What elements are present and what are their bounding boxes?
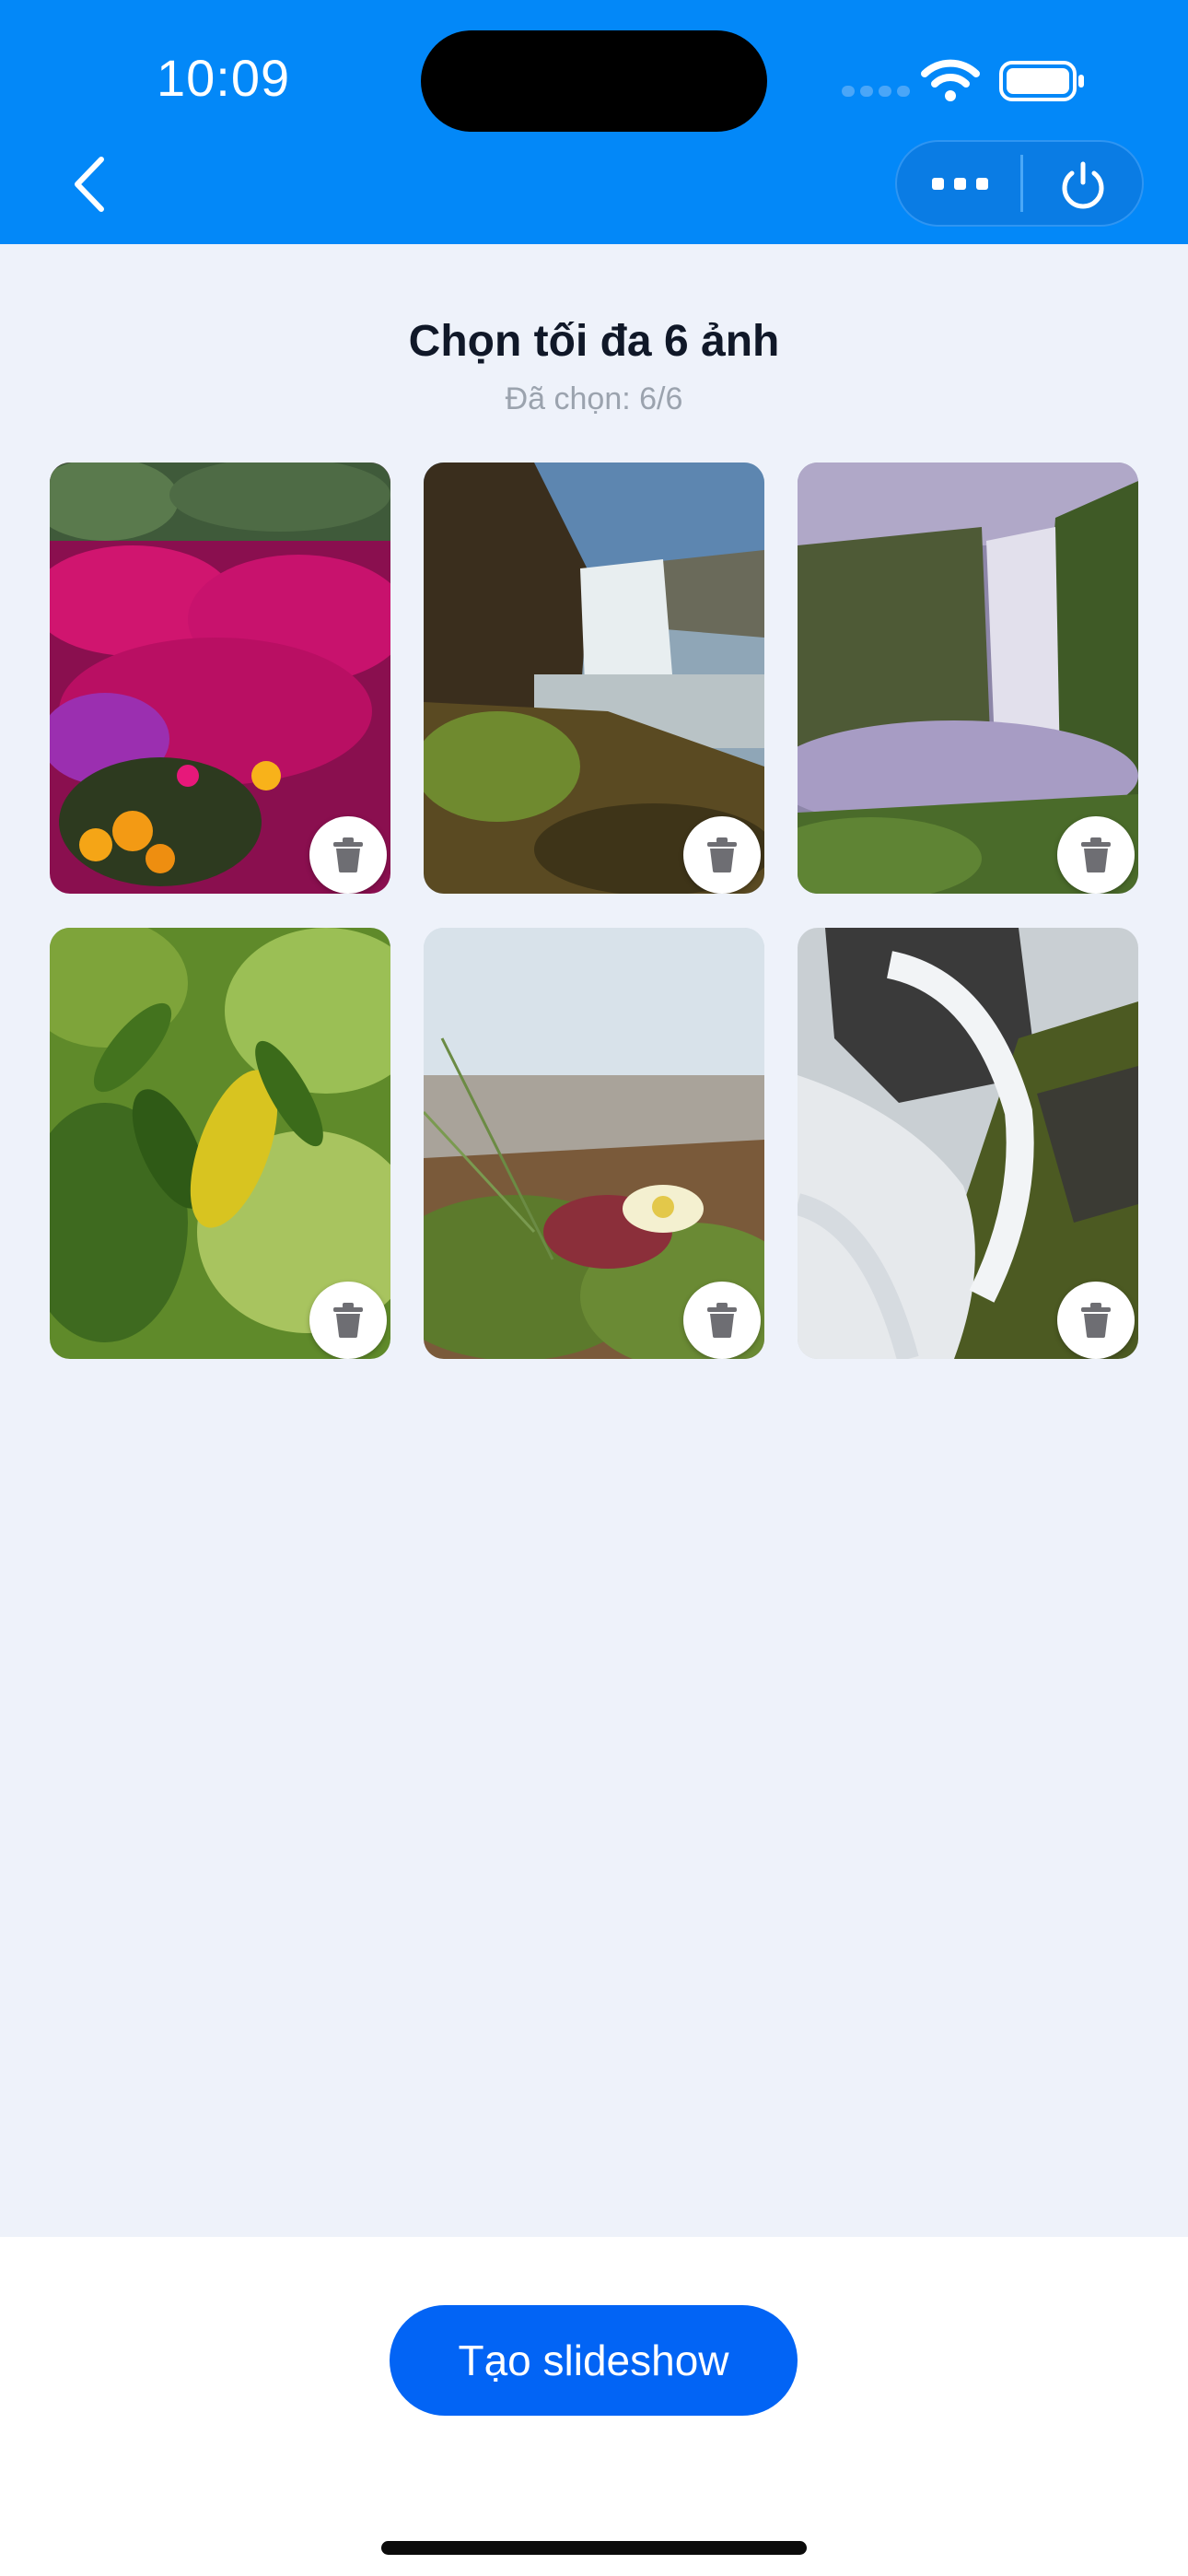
photo-tile[interactable]: [50, 928, 390, 1359]
trash-icon: [333, 1303, 363, 1338]
delete-photo-button[interactable]: [1057, 816, 1135, 894]
trash-icon: [707, 1303, 737, 1338]
photo-tile[interactable]: [424, 463, 764, 894]
wifi-icon: [921, 59, 980, 101]
home-indicator: [381, 2541, 807, 2555]
photo-tile[interactable]: [798, 463, 1138, 894]
photo-tile[interactable]: [798, 928, 1138, 1359]
trash-icon: [1081, 837, 1111, 872]
trash-icon: [1081, 1303, 1111, 1338]
power-button[interactable]: [1022, 142, 1144, 225]
trash-icon: [707, 837, 737, 872]
photo-tile[interactable]: [50, 463, 390, 894]
delete-photo-button[interactable]: [309, 1282, 387, 1359]
mini-app-capsule: [895, 140, 1144, 227]
status-time: 10:09: [157, 49, 291, 107]
battery-icon: [999, 61, 1084, 101]
photo-tile[interactable]: [424, 928, 764, 1359]
selection-count: Đã chọn: 6/6: [505, 381, 683, 416]
delete-photo-button[interactable]: [683, 816, 761, 894]
delete-photo-button[interactable]: [1057, 1282, 1135, 1359]
trash-icon: [333, 837, 363, 872]
delete-photo-button[interactable]: [683, 1282, 761, 1359]
page-title: Chọn tối đa 6 ảnh: [408, 317, 780, 366]
dynamic-island: [421, 30, 767, 132]
more-icon: [932, 178, 944, 190]
create-slideshow-button[interactable]: Tạo slideshow: [390, 2305, 798, 2416]
more-button[interactable]: [897, 142, 1021, 225]
delete-photo-button[interactable]: [309, 816, 387, 894]
back-chevron-icon[interactable]: [63, 152, 118, 217]
